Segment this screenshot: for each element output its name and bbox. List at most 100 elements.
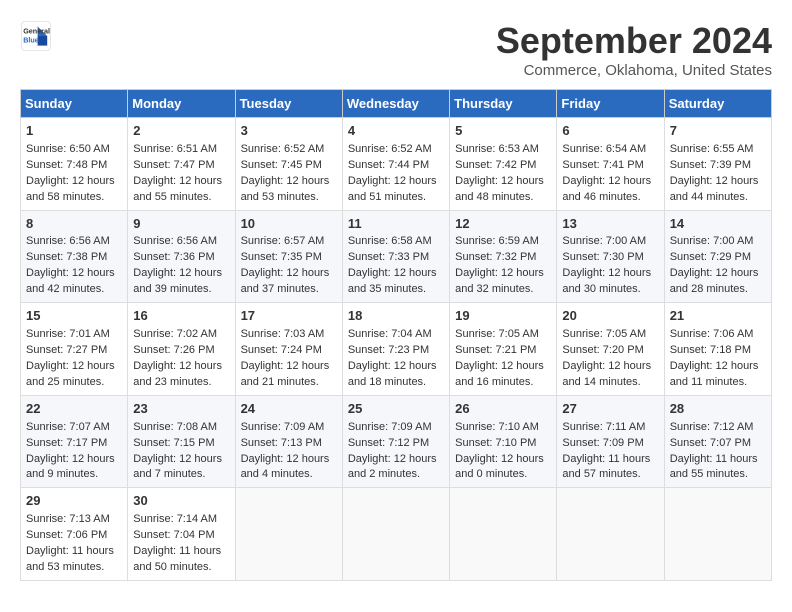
day-info: Daylight: 12 hours and 55 minutes. <box>133 174 229 206</box>
calendar-cell: 8Sunrise: 6:56 AMSunset: 7:38 PMDaylight… <box>21 210 128 303</box>
day-info: Sunset: 7:48 PM <box>26 158 122 174</box>
day-number: 17 <box>241 307 337 326</box>
weekday-header: Wednesday <box>342 90 449 118</box>
day-info: Sunset: 7:44 PM <box>348 158 444 174</box>
day-info: Sunrise: 7:05 AM <box>455 327 551 343</box>
day-info: Daylight: 12 hours and 21 minutes. <box>241 359 337 391</box>
day-info: Daylight: 12 hours and 0 minutes. <box>455 452 551 484</box>
calendar-week-row: 1Sunrise: 6:50 AMSunset: 7:48 PMDaylight… <box>21 118 772 211</box>
day-info: Sunrise: 6:55 AM <box>670 142 766 158</box>
day-info: Sunrise: 7:14 AM <box>133 512 229 528</box>
day-info: Daylight: 12 hours and 25 minutes. <box>26 359 122 391</box>
calendar-cell: 15Sunrise: 7:01 AMSunset: 7:27 PMDayligh… <box>21 303 128 396</box>
day-info: Sunrise: 7:06 AM <box>670 327 766 343</box>
day-info: Sunrise: 7:01 AM <box>26 327 122 343</box>
calendar-cell <box>557 488 664 581</box>
day-info: Daylight: 12 hours and 39 minutes. <box>133 266 229 298</box>
day-number: 27 <box>562 400 658 419</box>
day-info: Sunrise: 6:53 AM <box>455 142 551 158</box>
calendar-cell: 17Sunrise: 7:03 AMSunset: 7:24 PMDayligh… <box>235 303 342 396</box>
day-info: Daylight: 12 hours and 18 minutes. <box>348 359 444 391</box>
day-info: Daylight: 12 hours and 53 minutes. <box>241 174 337 206</box>
day-info: Sunrise: 6:59 AM <box>455 234 551 250</box>
day-number: 12 <box>455 215 551 234</box>
calendar-cell: 5Sunrise: 6:53 AMSunset: 7:42 PMDaylight… <box>450 118 557 211</box>
calendar-cell: 6Sunrise: 6:54 AMSunset: 7:41 PMDaylight… <box>557 118 664 211</box>
day-info: Sunset: 7:10 PM <box>455 436 551 452</box>
day-info: Sunrise: 7:09 AM <box>348 420 444 436</box>
calendar-cell: 27Sunrise: 7:11 AMSunset: 7:09 PMDayligh… <box>557 395 664 488</box>
day-info: Daylight: 12 hours and 7 minutes. <box>133 452 229 484</box>
calendar-title: September 2024 <box>496 20 772 62</box>
logo-icon: General Blue <box>20 20 52 52</box>
title-section: September 2024 Commerce, Oklahoma, Unite… <box>496 20 772 79</box>
calendar-cell: 30Sunrise: 7:14 AMSunset: 7:04 PMDayligh… <box>128 488 235 581</box>
day-info: Sunset: 7:18 PM <box>670 343 766 359</box>
day-info: Sunrise: 6:54 AM <box>562 142 658 158</box>
day-number: 18 <box>348 307 444 326</box>
day-number: 22 <box>26 400 122 419</box>
day-number: 20 <box>562 307 658 326</box>
calendar-table: SundayMondayTuesdayWednesdayThursdayFrid… <box>20 89 772 581</box>
day-info: Daylight: 11 hours and 53 minutes. <box>26 544 122 576</box>
day-info: Daylight: 12 hours and 42 minutes. <box>26 266 122 298</box>
calendar-cell <box>342 488 449 581</box>
calendar-cell: 23Sunrise: 7:08 AMSunset: 7:15 PMDayligh… <box>128 395 235 488</box>
day-info: Sunset: 7:27 PM <box>26 343 122 359</box>
day-info: Sunrise: 7:00 AM <box>562 234 658 250</box>
calendar-cell: 7Sunrise: 6:55 AMSunset: 7:39 PMDaylight… <box>664 118 771 211</box>
day-info: Daylight: 12 hours and 11 minutes. <box>670 359 766 391</box>
day-info: Sunset: 7:23 PM <box>348 343 444 359</box>
day-info: Sunset: 7:30 PM <box>562 250 658 266</box>
day-number: 2 <box>133 122 229 141</box>
day-info: Daylight: 11 hours and 57 minutes. <box>562 452 658 484</box>
day-number: 5 <box>455 122 551 141</box>
calendar-cell: 14Sunrise: 7:00 AMSunset: 7:29 PMDayligh… <box>664 210 771 303</box>
day-info: Daylight: 12 hours and 51 minutes. <box>348 174 444 206</box>
day-info: Sunset: 7:20 PM <box>562 343 658 359</box>
weekday-header: Monday <box>128 90 235 118</box>
day-number: 25 <box>348 400 444 419</box>
day-info: Sunset: 7:39 PM <box>670 158 766 174</box>
day-info: Sunrise: 6:56 AM <box>133 234 229 250</box>
weekday-header: Saturday <box>664 90 771 118</box>
day-number: 9 <box>133 215 229 234</box>
day-number: 4 <box>348 122 444 141</box>
day-number: 13 <box>562 215 658 234</box>
day-info: Sunset: 7:13 PM <box>241 436 337 452</box>
calendar-subtitle: Commerce, Oklahoma, United States <box>496 62 772 79</box>
calendar-cell: 29Sunrise: 7:13 AMSunset: 7:06 PMDayligh… <box>21 488 128 581</box>
calendar-week-row: 15Sunrise: 7:01 AMSunset: 7:27 PMDayligh… <box>21 303 772 396</box>
day-info: Daylight: 12 hours and 16 minutes. <box>455 359 551 391</box>
day-info: Sunset: 7:36 PM <box>133 250 229 266</box>
day-info: Sunset: 7:47 PM <box>133 158 229 174</box>
day-info: Daylight: 12 hours and 14 minutes. <box>562 359 658 391</box>
day-info: Sunset: 7:12 PM <box>348 436 444 452</box>
calendar-cell: 20Sunrise: 7:05 AMSunset: 7:20 PMDayligh… <box>557 303 664 396</box>
day-info: Sunset: 7:21 PM <box>455 343 551 359</box>
svg-text:General: General <box>23 27 50 36</box>
day-info: Sunrise: 7:13 AM <box>26 512 122 528</box>
calendar-cell: 12Sunrise: 6:59 AMSunset: 7:32 PMDayligh… <box>450 210 557 303</box>
day-info: Sunrise: 7:12 AM <box>670 420 766 436</box>
day-number: 16 <box>133 307 229 326</box>
day-info: Sunrise: 7:07 AM <box>26 420 122 436</box>
day-info: Sunrise: 6:50 AM <box>26 142 122 158</box>
day-info: Sunrise: 7:11 AM <box>562 420 658 436</box>
day-info: Sunset: 7:38 PM <box>26 250 122 266</box>
calendar-cell: 13Sunrise: 7:00 AMSunset: 7:30 PMDayligh… <box>557 210 664 303</box>
calendar-cell: 22Sunrise: 7:07 AMSunset: 7:17 PMDayligh… <box>21 395 128 488</box>
day-info: Daylight: 12 hours and 2 minutes. <box>348 452 444 484</box>
day-number: 29 <box>26 492 122 511</box>
calendar-cell: 9Sunrise: 6:56 AMSunset: 7:36 PMDaylight… <box>128 210 235 303</box>
day-info: Sunrise: 7:02 AM <box>133 327 229 343</box>
day-info: Sunset: 7:33 PM <box>348 250 444 266</box>
day-number: 10 <box>241 215 337 234</box>
day-info: Sunset: 7:06 PM <box>26 528 122 544</box>
day-info: Daylight: 11 hours and 55 minutes. <box>670 452 766 484</box>
calendar-cell: 4Sunrise: 6:52 AMSunset: 7:44 PMDaylight… <box>342 118 449 211</box>
day-info: Sunrise: 6:52 AM <box>348 142 444 158</box>
day-info: Sunset: 7:09 PM <box>562 436 658 452</box>
day-number: 21 <box>670 307 766 326</box>
day-number: 24 <box>241 400 337 419</box>
